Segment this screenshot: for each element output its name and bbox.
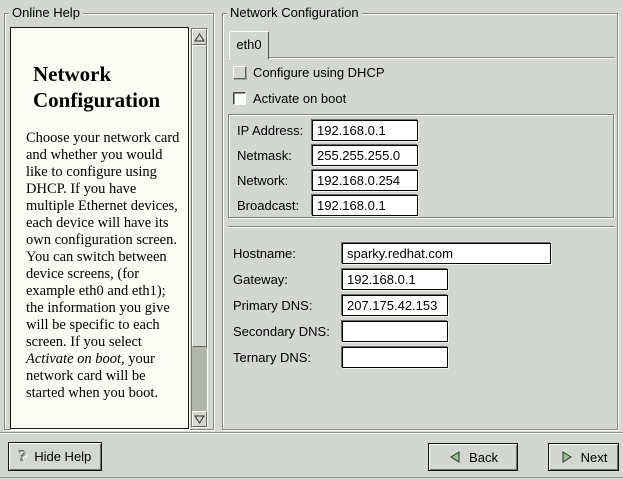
configure-dhcp-label: Configure using DHCP [253, 65, 385, 80]
help-body-pre: Choose your network card and whether you… [26, 130, 179, 350]
scrollbar-thumb[interactable] [192, 45, 207, 347]
ternary-dns-label: Ternary DNS: [233, 347, 311, 368]
help-body-text: Choose your network card and whether you… [26, 130, 183, 402]
ternary-dns-input[interactable] [342, 347, 448, 368]
installer-window: { "help": { "frame_title": "Online Help"… [0, 0, 623, 480]
network-input[interactable] [312, 170, 418, 191]
scrollbar-down-button[interactable] [192, 411, 207, 427]
button-bar-highlight [0, 433, 623, 434]
right-arrow-icon [560, 450, 574, 464]
broadcast-label: Broadcast: [237, 195, 299, 216]
secondary-dns-label: Secondary DNS: [233, 321, 330, 342]
gateway-label: Gateway: [233, 269, 288, 290]
broadcast-input[interactable] [312, 195, 418, 216]
help-scrollbar[interactable] [191, 28, 208, 428]
configure-dhcp-checkbox[interactable] [233, 66, 246, 79]
help-body-italic: Activate on boot [26, 351, 121, 367]
down-arrow-icon [194, 415, 205, 424]
up-arrow-icon [194, 33, 205, 42]
primary-dns-label: Primary DNS: [233, 295, 312, 316]
network-configuration-frame-title: Network Configuration [227, 6, 362, 20]
hostname-input[interactable] [342, 243, 551, 264]
network-label: Network: [237, 170, 288, 191]
help-text-panel: Network Configuration Choose your networ… [10, 27, 189, 429]
question-mark-icon: ? [19, 448, 28, 465]
back-button[interactable]: Back [428, 443, 518, 471]
activate-on-boot-label: Activate on boot [253, 91, 346, 106]
scrollbar-up-button[interactable] [192, 29, 207, 45]
netmask-label: Netmask: [237, 145, 292, 166]
dhcp-checkbox-row[interactable]: Configure using DHCP [233, 64, 385, 80]
ip-address-input[interactable] [312, 120, 418, 141]
notebook-page-edge [228, 57, 615, 59]
secondary-dns-input[interactable] [342, 321, 448, 342]
primary-dns-input[interactable] [342, 295, 448, 316]
next-button[interactable]: Next [548, 443, 619, 471]
gateway-input[interactable] [342, 269, 448, 290]
help-title: Network Configuration [33, 61, 173, 113]
back-button-label: Back [469, 450, 498, 465]
activate-on-boot-checkbox[interactable] [233, 92, 246, 105]
hostname-label: Hostname: [233, 243, 296, 264]
left-arrow-icon [448, 450, 462, 464]
activate-boot-checkbox-row[interactable]: Activate on boot [233, 90, 346, 106]
ip-address-label: IP Address: [237, 120, 303, 141]
hide-help-button-label: Hide Help [34, 449, 91, 464]
horizontal-separator [228, 226, 615, 227]
next-button-label: Next [581, 450, 608, 465]
online-help-frame-title: Online Help [9, 6, 83, 20]
netmask-input[interactable] [312, 145, 418, 166]
hide-help-button[interactable]: ? Hide Help [8, 442, 102, 471]
window-bottom-edge [0, 477, 623, 478]
tab-eth0[interactable]: eth0 [229, 31, 269, 59]
